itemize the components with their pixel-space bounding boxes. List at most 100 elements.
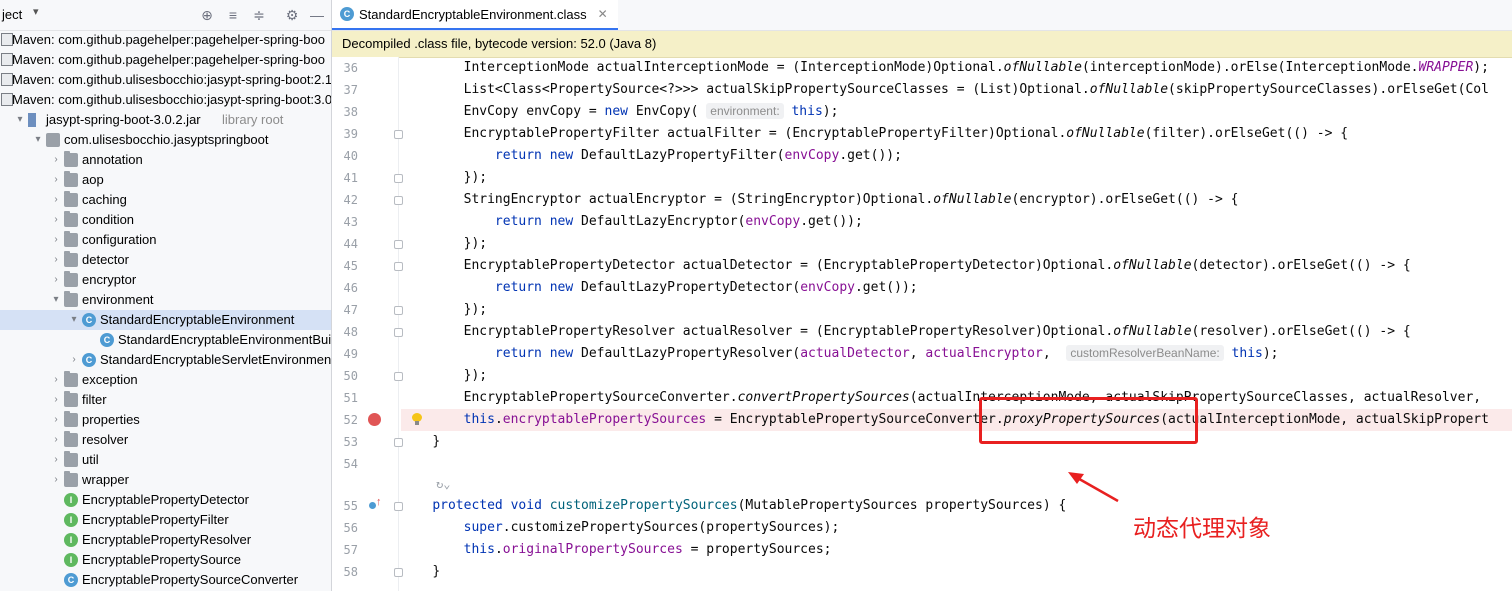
project-panel-title[interactable]: ject [2,7,22,22]
tree-item[interactable]: Maven: com.github.ulisesbocchio:jasypt-s… [0,90,331,110]
code-line[interactable]: }); [401,365,1512,387]
code-line[interactable] [401,453,1512,475]
chevron-right-icon[interactable]: › [50,230,62,250]
tree-item[interactable]: › annotation [0,150,331,170]
tree-item[interactable]: › aop [0,170,331,190]
chevron-right-icon[interactable]: › [50,270,62,290]
chevron-down-icon[interactable]: ▾ [32,130,44,150]
chevron-down-icon[interactable]: ▾ [50,290,62,310]
line-number: 37 [343,83,358,97]
tree-item[interactable]: I EncryptablePropertyDetector [0,490,331,510]
tree-item[interactable]: › caching [0,190,331,210]
code-line[interactable]: EncryptablePropertySourceConverter.conve… [401,387,1512,409]
tree-item-label: EncryptablePropertyDetector [82,492,249,507]
code-token: , [909,346,926,361]
tree-item[interactable]: Maven: com.github.pagehelper:pagehelper-… [0,30,331,50]
code-area[interactable]: 36 37 38 39 40 41 42 43 44 45 46 47 48 49 50 51 52 53 54 55… [332,57,1512,591]
chevron-right-icon[interactable]: › [50,430,62,450]
project-view-dropdown-icon[interactable]: ▾ [33,5,39,18]
tree-item[interactable]: › resolver [0,430,331,450]
code-line[interactable]: super.customizePropertySources(propertyS… [401,517,1512,539]
line-number: 55 [343,499,358,513]
code-token: }); [463,170,488,185]
editor-tab[interactable]: C StandardEncryptableEnvironment.class ✕ [332,0,618,30]
code-token: } [432,564,441,579]
line-number: 50 [343,369,358,383]
crosshair-icon[interactable]: ⊕ [199,7,215,23]
code-line[interactable]: EnvCopy envCopy = new EnvCopy( environme… [401,101,1512,123]
chevron-down-icon[interactable]: ▾ [14,110,26,130]
code-token: (encryptor).orElseGet(() -> { [1011,192,1239,207]
tree-item[interactable]: Maven: com.github.ulisesbocchio:jasypt-s… [0,70,331,90]
tree-item[interactable]: › exception [0,370,331,390]
tree-item[interactable]: C StandardEncryptableEnvironmentBuilder [0,330,331,350]
code-line[interactable]: EncryptablePropertyResolver actualResolv… [401,321,1512,343]
code-line[interactable]: return new DefaultLazyEncryptor(envCopy.… [401,211,1512,233]
chevron-right-icon[interactable]: › [50,370,62,390]
lightbulb-icon[interactable] [412,413,422,425]
code-line[interactable]: }); [401,233,1512,255]
code-line[interactable]: } [401,431,1512,453]
code-line[interactable]: return new DefaultLazyPropertyResolver(a… [401,343,1512,365]
override-icon[interactable]: ↑ [369,496,382,512]
tree-item-label: annotation [82,152,143,167]
parameter-hint: environment: [706,103,784,119]
chevron-right-icon[interactable]: › [50,210,62,230]
collapse-all-icon[interactable]: ≑ [251,7,267,23]
chevron-right-icon[interactable]: › [50,190,62,210]
code-line[interactable]: List<Class<PropertySource<?>>> actualSki… [401,79,1512,101]
gear-icon[interactable]: ⚙ [284,7,300,23]
chevron-right-icon[interactable]: › [50,250,62,270]
code-line[interactable]: } [401,561,1512,583]
tree-item[interactable]: Maven: com.github.pagehelper:pagehelper-… [0,50,331,70]
code-line[interactable]: this.encryptablePropertySources = Encryp… [401,409,1512,431]
tree-item[interactable]: ▾ jasypt-spring-boot-3.0.2.jar library roo… [0,110,331,130]
breakpoint-icon[interactable] [368,413,381,426]
code-token: envCopy [745,214,801,229]
tree-item[interactable]: › configuration [0,230,331,250]
usages-icon[interactable]: ↻⌄ [436,473,450,495]
tree-item[interactable]: I EncryptablePropertySource [0,550,331,570]
tree-item[interactable]: I EncryptablePropertyFilter [0,510,331,530]
code-line[interactable]: this.originalPropertySources = propertyS… [401,539,1512,561]
code-line[interactable]: return new DefaultLazyPropertyFilter(env… [401,145,1512,167]
code-line[interactable]: protected void customizePropertySources(… [401,495,1512,517]
tree-item[interactable]: › util [0,450,331,470]
tree-item[interactable]: › detector [0,250,331,270]
tree-item[interactable]: ▾ C StandardEncryptableEnvironment [0,310,331,330]
code-line[interactable]: InterceptionMode actualInterceptionMode … [401,57,1512,79]
expand-all-icon[interactable]: ≡ [225,7,241,23]
chevron-down-icon[interactable]: ▾ [68,310,80,330]
tree-item[interactable]: I EncryptablePropertyResolver [0,530,331,550]
tree-item[interactable]: ▾ com.ulisesbocchio.jasyptspringboot [0,130,331,150]
tree-item[interactable]: › wrapper [0,470,331,490]
code-line[interactable]: ↻⌄ [401,473,1512,495]
chevron-right-icon[interactable]: › [50,450,62,470]
close-icon[interactable]: ✕ [598,7,608,21]
chevron-right-icon[interactable]: › [50,410,62,430]
gutter[interactable]: 36 37 38 39 40 41 42 43 44 45 46 47 48 49 50 51 52 53 54 55… [332,57,399,591]
tree-item[interactable]: › encryptor [0,270,331,290]
code-line[interactable]: EncryptablePropertyDetector actualDetect… [401,255,1512,277]
chevron-right-icon[interactable]: › [50,150,62,170]
code-line[interactable]: }); [401,167,1512,189]
chevron-right-icon[interactable]: › [50,170,62,190]
tree-item[interactable]: › condition [0,210,331,230]
tree-item[interactable]: › properties [0,410,331,430]
tree-item[interactable]: › filter [0,390,331,410]
chevron-right-icon[interactable]: › [50,390,62,410]
chevron-right-icon[interactable]: › [68,350,80,370]
code-line[interactable]: StringEncryptor actualEncryptor = (Strin… [401,189,1512,211]
code-line[interactable]: }); [401,299,1512,321]
tree-item[interactable]: ▾ environment [0,290,331,310]
code-token: void [510,498,542,513]
code-line[interactable]: return new DefaultLazyPropertyDetector(e… [401,277,1512,299]
tree-item[interactable]: C EncryptablePropertySourceConverter [0,570,331,590]
code-line[interactable]: EncryptablePropertyFilter actualFilter =… [401,123,1512,145]
chevron-right-icon[interactable]: › [50,470,62,490]
tree-item[interactable]: › C StandardEncryptableServletEnvironment [0,350,331,370]
minus-icon[interactable]: — [309,7,325,23]
